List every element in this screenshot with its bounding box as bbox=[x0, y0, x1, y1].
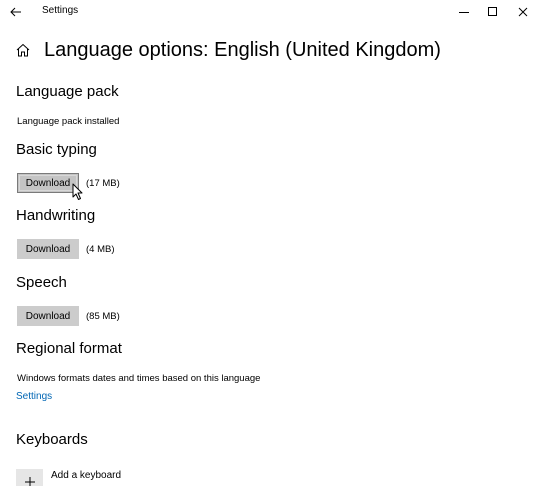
close-button[interactable] bbox=[508, 0, 538, 24]
handwriting-row: Download (4 MB) bbox=[17, 239, 115, 259]
add-keyboard-button[interactable] bbox=[16, 469, 43, 486]
mouse-pointer-icon bbox=[72, 183, 83, 200]
speech-download-button[interactable]: Download bbox=[17, 306, 79, 326]
page-header: Language options: English (United Kingdo… bbox=[14, 36, 441, 64]
speech-heading: Speech bbox=[16, 274, 67, 291]
add-keyboard-label[interactable]: Add a keyboard bbox=[51, 470, 121, 481]
language-pack-heading: Language pack bbox=[16, 83, 119, 100]
title-bar: Settings bbox=[0, 0, 540, 24]
minimize-icon bbox=[459, 12, 469, 13]
back-arrow-icon bbox=[10, 7, 21, 17]
keyboards-heading: Keyboards bbox=[16, 431, 88, 448]
regional-format-heading: Regional format bbox=[16, 340, 122, 357]
close-icon bbox=[518, 7, 528, 17]
basic-typing-heading: Basic typing bbox=[16, 141, 97, 158]
back-button[interactable] bbox=[6, 2, 26, 22]
basic-typing-download-button[interactable]: Download bbox=[17, 173, 79, 193]
language-pack-status: Language pack installed bbox=[17, 116, 120, 127]
handwriting-heading: Handwriting bbox=[16, 207, 96, 224]
handwriting-size: (4 MB) bbox=[86, 243, 115, 255]
plus-icon bbox=[24, 477, 35, 486]
basic-typing-size: (17 MB) bbox=[86, 177, 120, 189]
minimize-button[interactable] bbox=[449, 0, 479, 24]
speech-row: Download (85 MB) bbox=[17, 306, 120, 326]
speech-size: (85 MB) bbox=[86, 310, 120, 322]
home-button[interactable] bbox=[14, 41, 32, 59]
home-icon bbox=[16, 43, 30, 57]
handwriting-download-button[interactable]: Download bbox=[17, 239, 79, 259]
page-title: Language options: English (United Kingdo… bbox=[44, 38, 441, 61]
maximize-icon bbox=[488, 7, 497, 16]
regional-format-description: Windows formats dates and times based on… bbox=[17, 373, 261, 384]
window-title: Settings bbox=[42, 5, 79, 16]
regional-format-settings-link[interactable]: Settings bbox=[16, 391, 52, 402]
basic-typing-row: Download (17 MB) bbox=[17, 173, 120, 193]
maximize-button[interactable] bbox=[478, 0, 508, 24]
